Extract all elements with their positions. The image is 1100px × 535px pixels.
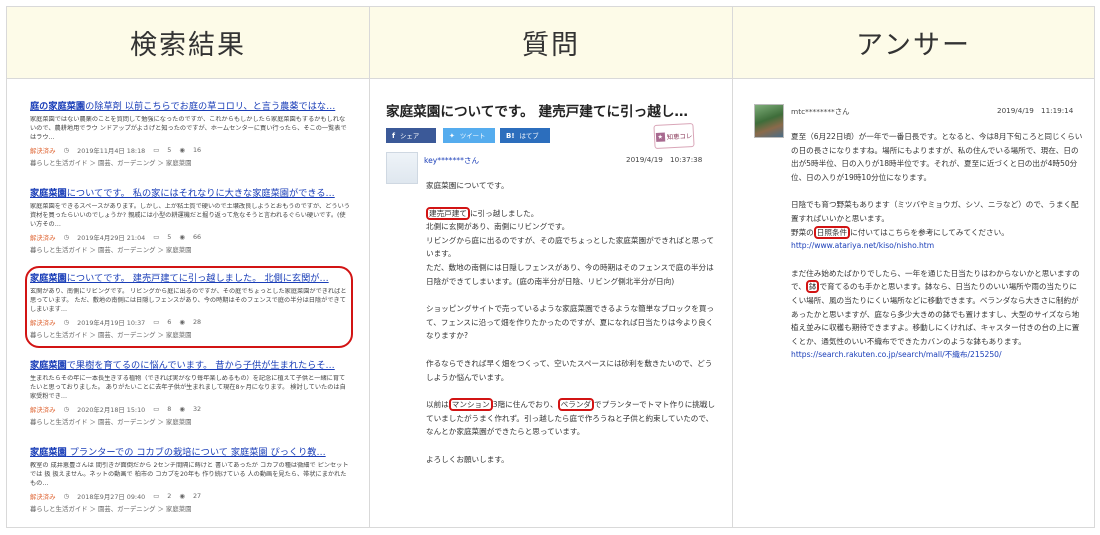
- result-category[interactable]: 暮らしと生活ガイド ＞ 園芸、ガーデニング ＞ 家庭菜園: [30, 417, 350, 426]
- question-author[interactable]: key*******さん: [424, 155, 479, 166]
- question-text: 家庭菜園についてです。: [426, 181, 509, 190]
- view-count: 27: [192, 492, 202, 500]
- reference-link[interactable]: https://search.rakuten.co.jp/search/mall…: [791, 350, 1002, 359]
- facebook-icon: f: [392, 131, 396, 140]
- eye-icon: ◉: [179, 233, 185, 241]
- result-date: 2020年2月18日 15:10: [77, 406, 146, 414]
- result-date: 2019年11月4日 18:18: [77, 147, 146, 155]
- result-date: 2019年4月29日 21:04: [77, 234, 146, 242]
- clock-icon: ◷: [63, 233, 70, 241]
- question-text: 北側に玄関があり、南側にリビングです。: [426, 222, 570, 232]
- highlight-outline: [25, 266, 353, 348]
- result-title-link[interactable]: 庭の家庭菜園の除草剤 以前こちらでお庭の草コロリ、と言う農薬ではな…: [30, 100, 350, 113]
- result-item: 家庭菜園で果樹を育てるのに悩んでいます。 昔から子供が生まれたらそ… 生まれたら…: [30, 359, 350, 446]
- comment-icon: ▭: [153, 405, 160, 413]
- resolved-badge: 解決済み: [30, 234, 56, 242]
- result-item: 庭の家庭菜園の除草剤 以前こちらでお庭の草コロリ、と言う農薬ではな… 家庭菜園で…: [30, 100, 350, 187]
- result-meta: 解決済み ◷ 2019年11月4日 18:18 ▭ 5 ◉ 16: [30, 146, 350, 155]
- highlight-box: 建売戸建て: [426, 206, 470, 220]
- comment-icon: ▭: [153, 146, 160, 154]
- result-item: 家庭菜園についてです。 私の家にはそれなりに大きな家庭菜園ができる… 家庭菜園を…: [30, 187, 350, 272]
- clock-icon: ◷: [63, 146, 70, 154]
- eye-icon: ◉: [179, 492, 185, 500]
- result-meta: 解決済み ◷ 2018年9月27日 09:40 ▭ 2 ◉ 27: [30, 492, 350, 501]
- result-category[interactable]: 暮らしと生活ガイド ＞ 園芸、ガーデニング ＞ 家庭菜園: [30, 245, 350, 254]
- question-text: ただ、敷地の南側には日隠しフェンスがあり、今の時期はそのフェンスで庭の半分は日陰…: [426, 262, 714, 286]
- results-list: 庭の家庭菜園の除草剤 以前こちらでお庭の草コロリ、と言う農薬ではな… 家庭菜園で…: [25, 100, 353, 527]
- result-category[interactable]: 暮らしと生活ガイド ＞ 園芸、ガーデニング ＞ 家庭菜園: [30, 158, 350, 167]
- reference-link[interactable]: http://www.atariya.net/kiso/nisho.htm: [791, 241, 934, 250]
- question-text: 建売戸建て に引っ越しました。: [426, 206, 716, 221]
- view-count: 16: [192, 146, 202, 154]
- resolved-badge: 解決済み: [30, 493, 56, 501]
- answer-count: 5: [167, 233, 172, 241]
- answer-count: 2: [167, 492, 172, 500]
- twitter-share-button[interactable]: ✦ ツイート: [443, 128, 495, 143]
- answer-count: 8: [167, 405, 172, 413]
- result-snippet: 家庭菜園ではない農薬のことを質問して勉強になったのですが、これからもしかしたら家…: [30, 116, 347, 141]
- answer-count: 5: [167, 146, 172, 154]
- question-text: 以前は マンション 3階に住んでおり、 ベランダ でプランターでトマト作りに挑戦していま…: [426, 398, 716, 437]
- eye-icon: ◉: [179, 405, 185, 413]
- result-snippet: 教室の 成井恵豊さんは 間引きが面倒だから 2センチ間隔に蒔けと 書いてあったが…: [30, 462, 349, 487]
- highlight-box: 鉢: [805, 280, 820, 294]
- result-meta: 解決済み ◷ 2019年4月29日 21:04 ▭ 5 ◉ 66: [30, 233, 350, 242]
- question-header: 質問: [370, 7, 732, 79]
- answer-text: 日陰でも育つ野菜もあります（ミツバやミョウガ、シソ、ニラなど）ので、うまく配置す…: [791, 200, 1079, 251]
- question-title: 家庭菜園についてです。 建売戸建てに引っ越し…: [386, 104, 689, 120]
- question-text: リビングから庭に出るのですが、その庭でちょっとした家庭菜園ができればと思っていま…: [426, 235, 715, 259]
- question-text: 作るならできれば早く畑をつくって、空いたスペースには砂利を敷きたいので、どうしよ…: [426, 358, 713, 382]
- result-date: 2018年9月27日 09:40: [77, 493, 146, 501]
- question-date: 2019/4/19 10:37:38: [626, 155, 703, 164]
- view-count: 66: [192, 233, 202, 241]
- chiebukuro-collection-stamp[interactable]: ★ 知恵コレ: [653, 122, 695, 150]
- result-meta: 解決済み ◷ 2020年2月18日 15:10 ▭ 8 ◉ 32: [30, 405, 350, 414]
- comparison-frame: 検索結果 庭の家庭菜園の除草剤 以前こちらでお庭の草コロリ、と言う農薬ではな… …: [6, 6, 1095, 528]
- question-text: ショッピングサイトで売っているような家庭菜園できるような簡単なブロックを買って、…: [426, 304, 715, 341]
- question-body: 家庭菜園についてです。 建売戸建て に引っ越しました。 北側に玄関があり、南側にリ…: [426, 179, 716, 481]
- result-title-link[interactable]: 家庭菜園 プランターでの コカブの栽培について 家庭菜園 ぴっくり教…: [30, 446, 350, 459]
- highlight-box: ベランダ: [557, 398, 595, 412]
- search-results-column: 検索結果 庭の家庭菜園の除草剤 以前こちらでお庭の草コロリ、と言う農薬ではな… …: [7, 7, 370, 527]
- answer-text: まだ住み始めたばかりでしたら、一年を通じた日当たりはわからないかと思いますので、…: [791, 268, 1080, 360]
- highlight-box: 日照条件: [813, 225, 851, 239]
- result-category[interactable]: 暮らしと生活ガイド ＞ 園芸、ガーデニング ＞ 家庭菜園: [30, 504, 350, 513]
- result-item-highlighted: 家庭菜園についてです。 建売戸建てに引っ越しました。 北側に玄関が… 玄関があり…: [25, 266, 353, 359]
- avatar: [754, 104, 784, 138]
- twitter-icon: ✦: [449, 131, 455, 140]
- hatena-bookmark-button[interactable]: B! はてブ: [500, 128, 550, 143]
- answer-header: アンサー: [733, 7, 1094, 79]
- answer-date: 2019/4/19 11:19:14: [997, 106, 1074, 115]
- result-title-link[interactable]: 家庭菜園についてです。 私の家にはそれなりに大きな家庭菜園ができる…: [30, 187, 350, 200]
- question-text: よろしくお願いします。: [426, 454, 509, 464]
- resolved-badge: 解決済み: [30, 406, 56, 414]
- answer-author[interactable]: mtc********さん: [791, 106, 850, 117]
- eye-icon: ◉: [179, 146, 185, 154]
- comment-icon: ▭: [153, 233, 160, 241]
- search-results-header: 検索結果: [7, 7, 369, 79]
- answer-column: アンサー mtc********さん 2019/4/19 11:19:14 夏至…: [733, 7, 1094, 527]
- answer-body: 夏至（6月22日頃）が一年で一番日長です。となると、今は8月下旬ころと同じくらい…: [791, 130, 1083, 376]
- comment-icon: ▭: [153, 492, 160, 500]
- resolved-badge: 解決済み: [30, 147, 56, 155]
- result-snippet: 生まれたらその年に一本長生きする植物（できれば実がなり毎年楽しめるもの）を記念に…: [30, 375, 346, 400]
- clock-icon: ◷: [63, 405, 70, 413]
- highlight-box: マンション: [448, 398, 493, 412]
- answer-text: 夏至（6月22日頃）が一年で一番日長です。となると、今は8月下旬ころと同じくらい…: [791, 132, 1083, 182]
- star-icon: ★: [655, 131, 665, 142]
- result-snippet: 家庭菜園をできるスペースがあります。しかし、上が粘土質で硬いので土壌改良しようと…: [30, 203, 350, 228]
- clock-icon: ◷: [63, 492, 70, 500]
- view-count: 32: [192, 405, 202, 413]
- question-column: 質問 家庭菜園についてです。 建売戸建てに引っ越し… f シェア ✦ ツイート B!…: [370, 7, 733, 527]
- hatena-icon: B!: [506, 131, 515, 140]
- avatar: [386, 152, 418, 184]
- result-title-link[interactable]: 家庭菜園で果樹を育てるのに悩んでいます。 昔から子供が生まれたらそ…: [30, 359, 350, 372]
- facebook-share-button[interactable]: f シェア: [386, 128, 436, 143]
- result-item: 家庭菜園 プランターでの コカブの栽培について 家庭菜園 ぴっくり教… 教室の …: [30, 446, 350, 527]
